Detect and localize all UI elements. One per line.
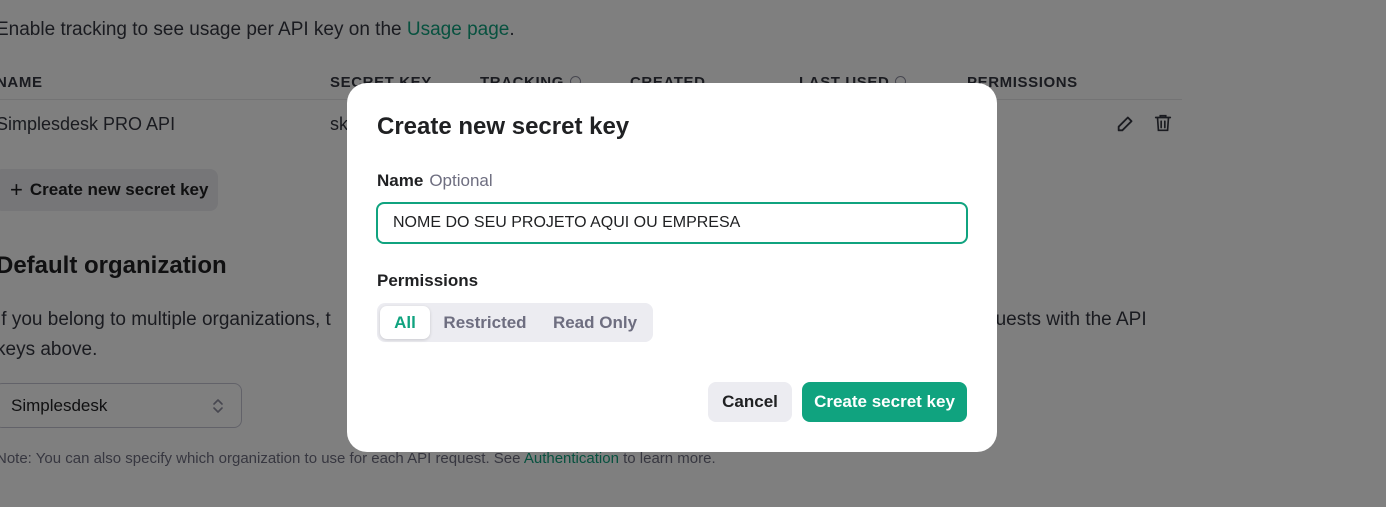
cancel-button[interactable]: Cancel (708, 382, 792, 422)
dialog-title: Create new secret key (377, 113, 630, 140)
key-name-input[interactable] (376, 202, 968, 244)
permission-restricted-option[interactable]: Restricted (433, 306, 537, 339)
optional-hint: Optional (429, 171, 493, 190)
create-secret-key-dialog: Create new secret key NameOptional Permi… (347, 83, 997, 452)
permission-all-option[interactable]: All (380, 306, 430, 339)
name-field-label: Name Optional (377, 171, 493, 190)
permissions-label: Permissions (377, 271, 479, 290)
permission-read-only-option[interactable]: Read Only (540, 306, 650, 339)
permissions-segmented-control: All Restricted Read Only (377, 303, 653, 342)
create-secret-key-button[interactable]: Create secret key (802, 382, 967, 422)
